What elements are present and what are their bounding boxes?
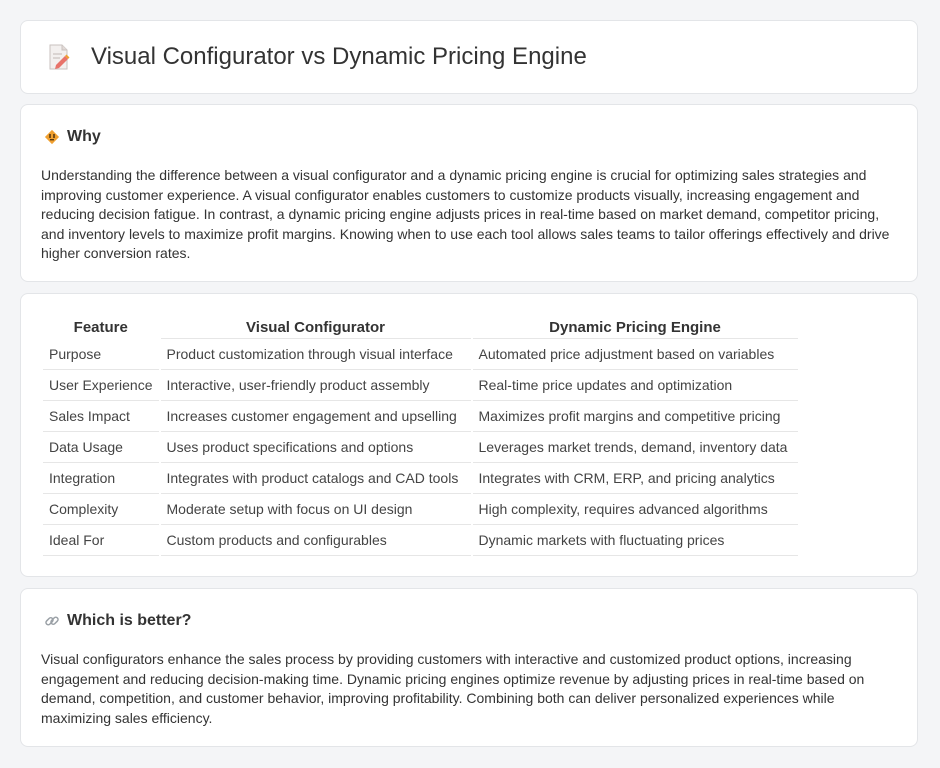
row-pricing: Maximizes profit margins and competitive… <box>472 401 798 432</box>
row-feature: Complexity <box>43 494 159 525</box>
table-row: User Experience Interactive, user-friend… <box>43 370 798 401</box>
row-feature: Purpose <box>43 339 159 370</box>
better-heading-row: Which is better? <box>43 612 191 630</box>
table-row: Purpose Product customization through vi… <box>43 339 798 370</box>
header-dynamic-pricing-engine: Dynamic Pricing Engine <box>472 316 798 339</box>
document-pencil-icon <box>49 44 70 70</box>
which-is-better-section: Which is better? Visual configurators en… <box>20 588 918 747</box>
row-pricing: Leverages market trends, demand, invento… <box>472 432 798 463</box>
table-row: Ideal For Custom products and configurab… <box>43 525 798 556</box>
row-pricing: Dynamic markets with fluctuating prices <box>472 525 798 556</box>
header-card: Visual Configurator vs Dynamic Pricing E… <box>20 20 918 94</box>
better-text: Visual configurators enhance the sales p… <box>41 651 865 726</box>
row-feature: Data Usage <box>43 432 159 463</box>
link-icon <box>43 612 61 630</box>
why-heading-row: Why <box>43 128 101 146</box>
table-row: Integration Integrates with product cata… <box>43 463 798 494</box>
row-visual: Custom products and configurables <box>160 525 471 556</box>
comparison-section: Feature Visual Configurator Dynamic Pric… <box>20 293 918 577</box>
row-feature: Integration <box>43 463 159 494</box>
why-text: Understanding the difference between a v… <box>41 167 890 262</box>
table-row: Complexity Moderate setup with focus on … <box>43 494 798 525</box>
row-pricing: Automated price adjustment based on vari… <box>472 339 798 370</box>
row-visual: Moderate setup with focus on UI design <box>160 494 471 525</box>
row-pricing: Real-time price updates and optimization <box>472 370 798 401</box>
header-feature: Feature <box>73 319 128 336</box>
diamond-warning-icon <box>43 128 61 146</box>
row-pricing: Integrates with CRM, ERP, and pricing an… <box>472 463 798 494</box>
header-visual-configurator: Visual Configurator <box>160 316 471 339</box>
row-visual: Integrates with product catalogs and CAD… <box>160 463 471 494</box>
table-row: Data Usage Uses product specifications a… <box>43 432 798 463</box>
row-feature: Sales Impact <box>43 401 159 432</box>
row-visual: Interactive, user-friendly product assem… <box>160 370 471 401</box>
row-feature: User Experience <box>43 370 159 401</box>
why-heading: Why <box>67 128 101 145</box>
why-section: Why Understanding the difference between… <box>20 104 918 282</box>
table-row: Sales Impact Increases customer engageme… <box>43 401 798 432</box>
title-row: Visual Configurator vs Dynamic Pricing E… <box>47 43 587 71</box>
row-visual: Product customization through visual int… <box>160 339 471 370</box>
row-pricing: High complexity, requires advanced algor… <box>472 494 798 525</box>
table-header-row: Feature Visual Configurator Dynamic Pric… <box>43 316 798 339</box>
row-visual: Increases customer engagement and upsell… <box>160 401 471 432</box>
better-heading: Which is better? <box>67 612 192 629</box>
comparison-table: Feature Visual Configurator Dynamic Pric… <box>41 316 800 556</box>
row-feature: Ideal For <box>43 525 159 556</box>
page-title: Visual Configurator vs Dynamic Pricing E… <box>91 43 587 70</box>
row-visual: Uses product specifications and options <box>160 432 471 463</box>
